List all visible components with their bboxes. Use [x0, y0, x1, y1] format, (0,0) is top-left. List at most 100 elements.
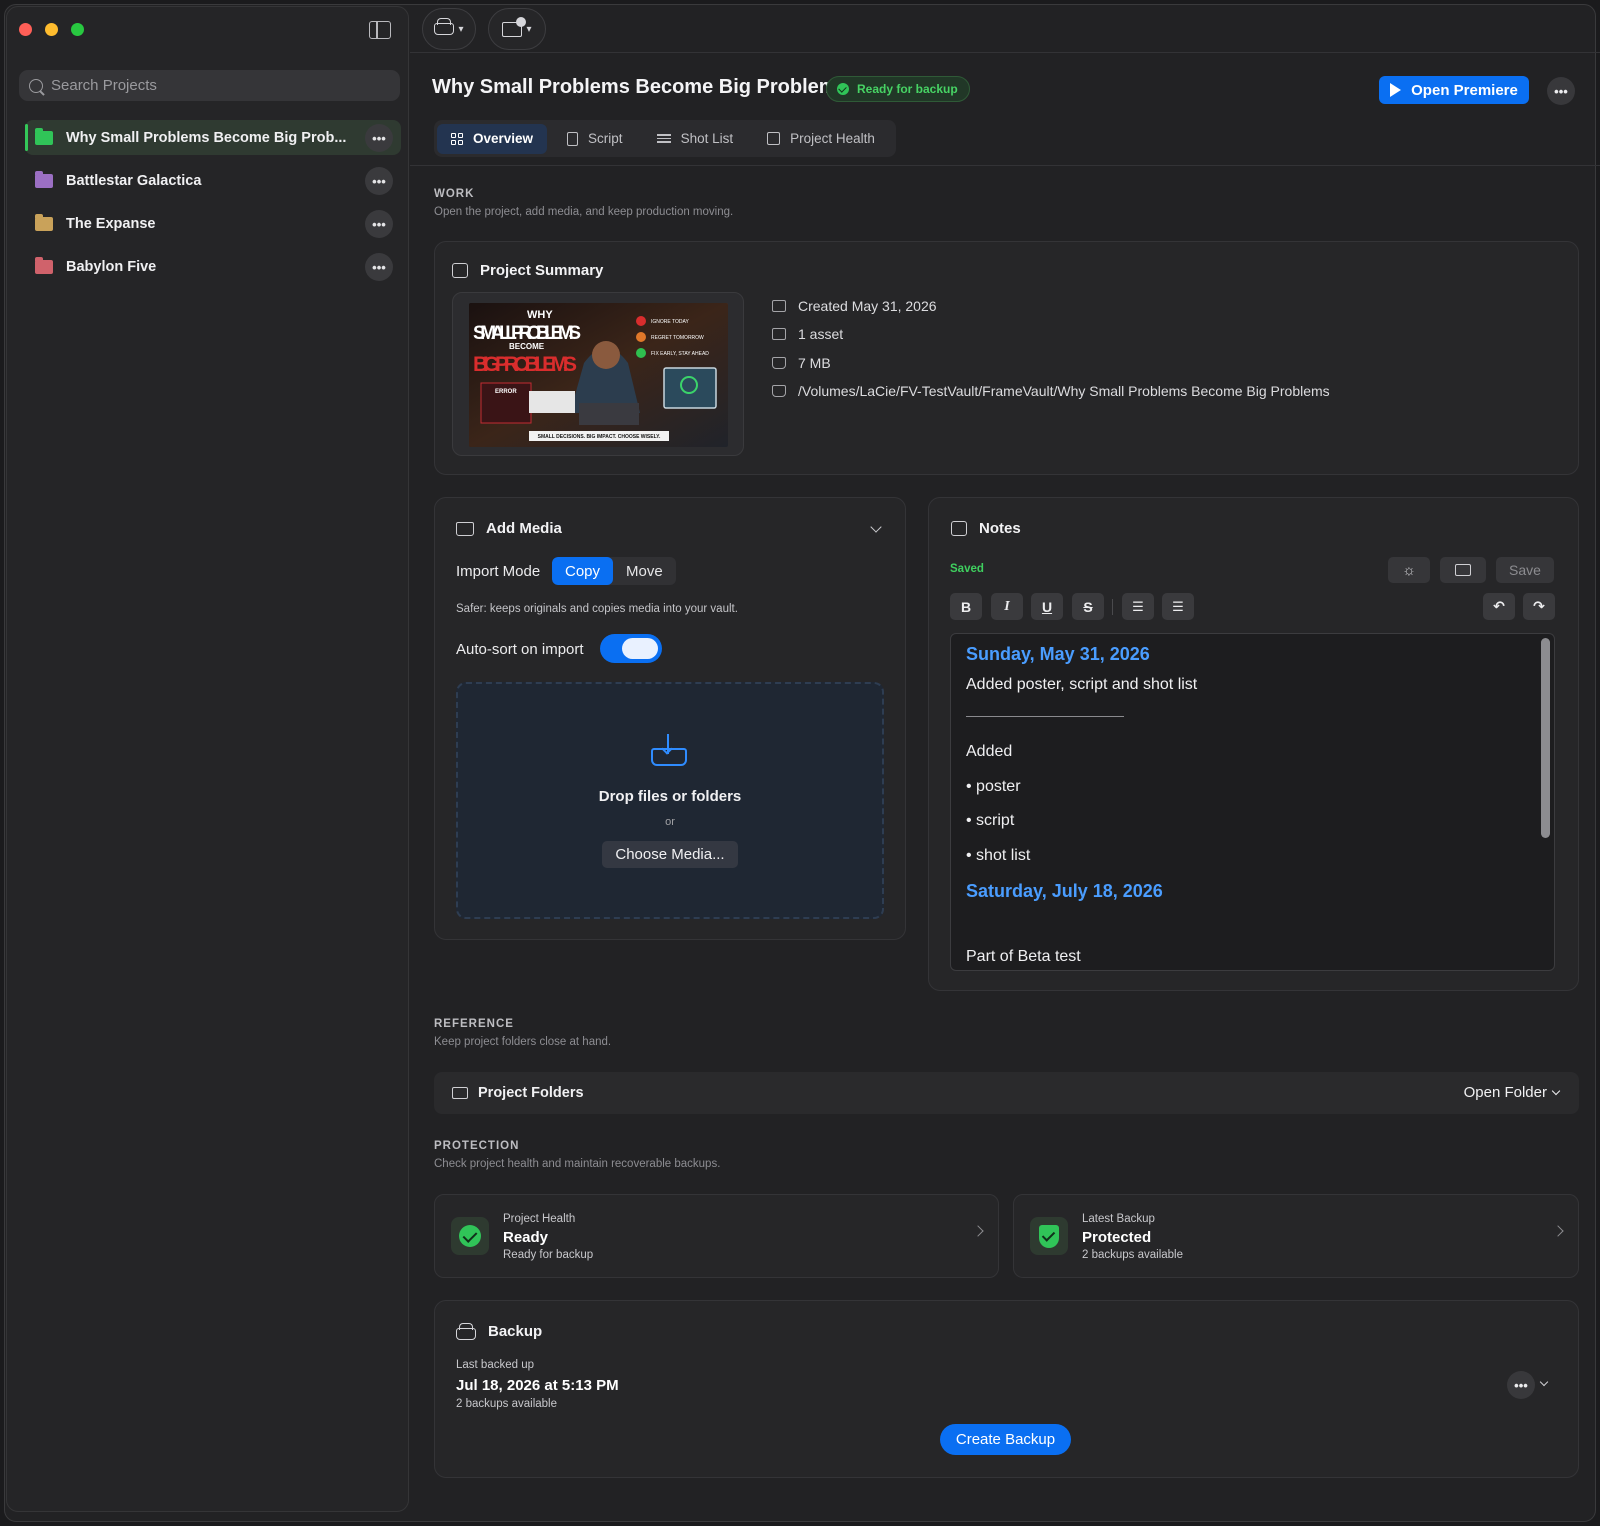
section-label-reference: REFERENCE: [434, 1018, 514, 1030]
health-detail: Ready for backup: [503, 1249, 594, 1261]
tab-overview[interactable]: Overview: [437, 123, 548, 154]
backup-more-button[interactable]: •••: [1507, 1371, 1535, 1399]
sidebar-toggle-icon[interactable]: [369, 21, 391, 39]
backup-detail: 2 backups available: [1082, 1249, 1184, 1261]
tab-shot-list[interactable]: Shot List: [643, 124, 748, 154]
numbered-list-icon: ☰: [1172, 598, 1184, 614]
search-icon: [29, 78, 43, 93]
open-premiere-button[interactable]: Open Premiere: [1379, 76, 1529, 104]
open-folder-menu[interactable]: Open Folder: [1464, 1084, 1561, 1101]
project-summary-title: Project Summary: [452, 262, 603, 279]
document-icon: [567, 131, 579, 146]
tab-script[interactable]: Script: [553, 124, 637, 154]
notes-scrollbar[interactable]: [1541, 638, 1550, 838]
drive-backup-icon: [456, 1323, 476, 1340]
backup-heading: Backup: [488, 1323, 543, 1340]
strikethrough-button[interactable]: S: [1072, 593, 1104, 620]
folder-icon: [452, 1087, 468, 1099]
open-premiere-label: Open Premiere: [1411, 81, 1518, 99]
bullet-list-button[interactable]: ☰: [1122, 593, 1154, 620]
bold-button[interactable]: B: [950, 593, 982, 620]
project-more-button[interactable]: •••: [365, 167, 393, 195]
last-backed-up-label: Last backed up: [456, 1359, 535, 1371]
underline-button[interactable]: U: [1031, 593, 1063, 620]
open-notes-folder-button[interactable]: [1440, 557, 1486, 583]
search-projects[interactable]: [19, 70, 400, 101]
list-icon: [656, 132, 671, 145]
health-value: Ready: [503, 1229, 549, 1246]
chevron-down-icon: [1551, 1086, 1561, 1095]
numbered-list-button[interactable]: ☰: [1162, 593, 1194, 620]
meta-path[interactable]: /Volumes/LaCie/FV-TestVault/FrameVault/W…: [772, 383, 1330, 399]
new-folder-menu-button[interactable]: ▾: [488, 8, 546, 50]
project-more-button[interactable]: •••: [365, 124, 393, 152]
zoom-window-button[interactable]: [71, 23, 84, 36]
minimize-window-button[interactable]: [45, 23, 58, 36]
backup-title: Backup: [456, 1323, 542, 1340]
mode-description: Safer: keeps originals and copies media …: [456, 603, 738, 615]
note-line: Added: [966, 743, 1013, 760]
choose-media-button[interactable]: Choose Media...: [602, 841, 738, 868]
tab-label: Shot List: [680, 131, 734, 146]
latest-backup-card[interactable]: Latest Backup Protected 2 backups availa…: [1013, 1194, 1579, 1278]
backups-count: 2 backups available: [456, 1398, 558, 1410]
meta-path-text[interactable]: /Volumes/LaCie/FV-TestVault/FrameVault/W…: [798, 383, 1330, 399]
grid-icon: [451, 132, 463, 145]
sidebar-item-project[interactable]: Battlestar Galactica •••: [25, 163, 401, 198]
project-list: Why Small Problems Become Big Prob... ••…: [25, 120, 401, 292]
note-date: Saturday, July 18, 2026: [966, 881, 1163, 901]
undo-button[interactable]: ↶: [1483, 593, 1515, 620]
mode-move-button[interactable]: Move: [613, 557, 676, 585]
photo-stack-icon: [772, 328, 786, 340]
add-media-heading: Add Media: [486, 520, 562, 537]
redo-button[interactable]: ↷: [1523, 593, 1555, 620]
sidebar-item-project[interactable]: Babylon Five •••: [25, 249, 401, 284]
meta-assets-text: 1 asset: [798, 326, 844, 342]
mode-copy-button[interactable]: Copy: [552, 557, 614, 585]
italic-button[interactable]: I: [991, 593, 1023, 620]
save-notes-button[interactable]: Save: [1496, 557, 1554, 583]
drop-zone[interactable]: Drop files or folders or: [456, 682, 884, 919]
import-mode-segmented: Copy Move: [552, 557, 676, 585]
tab-project-health[interactable]: Project Health: [753, 124, 889, 154]
inbox-icon: [456, 521, 474, 536]
drop-or: or: [665, 816, 675, 828]
close-window-button[interactable]: [19, 23, 32, 36]
backup-status-icon: [1030, 1217, 1068, 1255]
note-line: • script: [966, 812, 1015, 829]
chevron-down-icon: ▾: [526, 23, 532, 35]
check-circle-icon: [837, 83, 849, 95]
add-media-title: Add Media: [456, 520, 562, 537]
toolbar-divider: [410, 52, 1600, 53]
search-input[interactable]: [51, 77, 371, 94]
archive-icon: [452, 263, 468, 278]
theme-toggle-button[interactable]: ☼: [1388, 557, 1430, 583]
poster-thumbnail[interactable]: WHY SMALL PROBLEMS BECOME BIG PROBLEMS I…: [452, 292, 744, 456]
project-more-button[interactable]: •••: [365, 253, 393, 281]
auto-sort-label: Auto-sort on import: [456, 641, 584, 658]
project-more-button[interactable]: •••: [365, 210, 393, 238]
meta-assets: 1 asset: [772, 326, 843, 342]
project-label: Babylon Five: [66, 258, 157, 275]
meta-size-text: 7 MB: [798, 355, 831, 371]
project-health-card[interactable]: Project Health Ready Ready for backup: [434, 1194, 999, 1278]
notes-editor[interactable]: Sunday, May 31, 2026 Added poster, scrip…: [950, 633, 1555, 971]
folder-icon: [35, 127, 53, 145]
notes-title: Notes: [951, 520, 1021, 537]
drive-menu-button[interactable]: ▾: [422, 8, 476, 50]
bullet-list-icon: ☰: [1132, 598, 1144, 614]
note-line: Part of Beta test: [966, 948, 1081, 965]
calendar-icon: [772, 300, 786, 312]
drive-icon: [772, 385, 786, 397]
tray-download-icon: [651, 734, 687, 766]
create-backup-button[interactable]: Create Backup: [940, 1424, 1071, 1455]
auto-sort-toggle[interactable]: [600, 634, 662, 663]
import-mode-label: Import Mode: [456, 563, 541, 580]
redo-icon: ↷: [1533, 598, 1545, 614]
sidebar-item-project[interactable]: The Expanse •••: [25, 206, 401, 241]
more-options-button[interactable]: •••: [1547, 77, 1575, 105]
sidebar-item-project[interactable]: Why Small Problems Become Big Prob... ••…: [25, 120, 401, 155]
folder-icon: [1455, 564, 1471, 576]
project-summary-heading: Project Summary: [480, 262, 604, 279]
chevron-right-icon: [1552, 1225, 1564, 1237]
